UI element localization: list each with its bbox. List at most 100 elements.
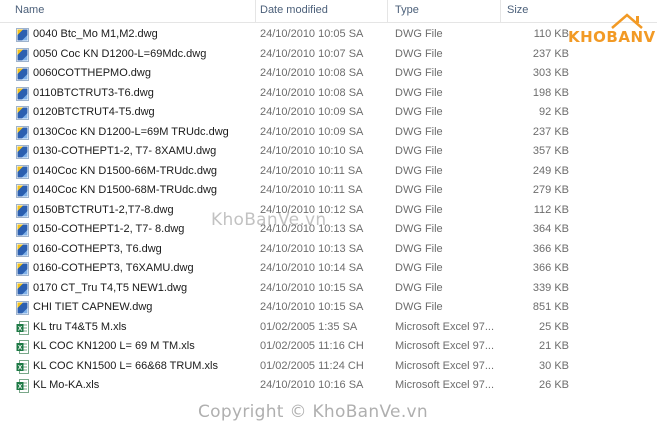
file-date-modified: 24/10/2010 10:10 SA [260,145,364,157]
file-date-modified: 24/10/2010 10:09 SA [260,125,364,138]
file-size: 366 KB [532,262,569,274]
excel-file-icon: X [16,379,29,393]
file-size: 249 KB [532,164,569,177]
dwg-file-icon [16,223,29,237]
file-name: 0170 CT_Tru T4,T5 NEW1.dwg [33,281,188,294]
file-row[interactable]: 0120BTCTRUT4-T5.dwg 24/10/2010 10:09 SA DW… [0,103,657,123]
file-type: Microsoft Excel 97... [395,359,495,372]
file-row[interactable]: 0060COTTHEPMO.dwg 24/10/2010 10:08 SA DWG … [0,64,657,84]
file-date-modified: 24/10/2010 10:13 SA [260,242,364,255]
file-date-modified: 01/02/2005 11:16 CH [260,340,364,352]
file-row[interactable]: 0170 CT_Tru T4,T5 NEW1.dwg 24/10/2010 10:… [0,279,657,299]
file-row[interactable]: 0150BTCTRUT1-2,T7-8.dwg 24/10/2010 10:12 … [0,201,657,221]
file-row[interactable]: X KL tru T4&T5 M.xls 01/02/2005 1:35 SA Mic… [0,318,657,338]
file-name: 0140Coc KN D1500-68M-TRUdc.dwg [33,184,218,196]
file-size: 279 KB [532,184,569,196]
dwg-file-icon [16,28,29,42]
file-row[interactable]: 0130Coc KN D1200-L=69M TRUdc.dwg 24/10/20… [0,123,657,143]
dwg-file-icon [16,184,29,198]
file-size: 339 KB [532,281,569,294]
dwg-file-icon [16,125,29,140]
file-type: DWG File [395,184,443,196]
file-name: 0050 Coc KN D1200-L=69Mdc.dwg [33,47,207,60]
dwg-file-icon [16,242,29,257]
file-date-modified: 24/10/2010 10:15 SA [260,281,364,294]
file-size: 110 KB [533,28,569,40]
column-header-bar: Name ^ Date modified Type Size [0,0,657,23]
file-date-modified: 24/10/2010 10:15 SA [260,301,364,313]
file-size: 303 KB [532,67,569,79]
file-row[interactable]: 0050 Coc KN D1200-L=69Mdc.dwg 24/10/2010 … [0,45,657,65]
column-header-type[interactable]: Type [389,0,501,22]
dwg-file-icon [16,86,29,101]
dwg-file-icon [16,262,29,276]
file-row[interactable]: 0150-COTHEPT1-2, T7- 8.dwg 24/10/2010 10:… [0,220,657,240]
file-name: KL tru T4&T5 M.xls [33,320,127,333]
column-header-name[interactable]: Name [9,0,256,22]
file-name: CHI TIET CAPNEW.dwg [33,301,153,313]
file-type: DWG File [395,125,443,138]
file-row[interactable]: 0160-COTHEPT3, T6.dwg 24/10/2010 10:13 SA… [0,240,657,260]
file-date-modified: 01/02/2005 1:35 SA [260,320,358,333]
file-size: 21 KB [539,340,569,352]
file-type: DWG File [395,28,443,40]
dwg-file-icon [16,281,29,296]
file-size: 92 KB [539,106,569,118]
file-row[interactable]: X KL COC KN1200 L= 69 M TM.xls 01/02/2005 … [0,337,657,357]
file-type: DWG File [395,203,443,216]
file-size: 357 KB [532,145,569,157]
file-type: DWG File [395,242,443,255]
khobanve-logo-text: KHOBANVE [568,28,657,46]
file-name: 0130Coc KN D1200-L=69M TRUdc.dwg [33,125,229,138]
file-row[interactable]: 0160-COTHEPT3, T6XAMU.dwg 24/10/2010 10:1… [0,259,657,279]
file-name: 0160-COTHEPT3, T6XAMU.dwg [33,262,194,274]
dwg-file-icon [16,67,29,81]
file-date-modified: 24/10/2010 10:05 SA [260,28,364,40]
file-date-modified: 24/10/2010 10:08 SA [260,86,364,99]
file-date-modified: 24/10/2010 10:16 SA [260,379,364,391]
file-row[interactable]: X KL COC KN1500 L= 66&68 TRUM.xls 01/02/20… [0,357,657,377]
file-type: DWG File [395,281,443,294]
file-size: 112 KB [533,203,569,216]
copyright-watermark: Copyright © KhoBanVe.vn [198,402,428,422]
file-row[interactable]: 0130-COTHEPT1-2, T7- 8XAMU.dwg 24/10/2010… [0,142,657,162]
file-name: 0160-COTHEPT3, T6.dwg [33,242,162,255]
dwg-file-icon [16,301,29,315]
file-type: DWG File [395,164,443,177]
excel-file-icon: X [16,320,29,335]
file-type: DWG File [395,223,443,235]
file-type: Microsoft Excel 97... [395,340,495,352]
file-type: Microsoft Excel 97... [395,379,495,391]
file-name: KL COC KN1200 L= 69 M TM.xls [33,340,195,352]
file-type: DWG File [395,145,443,157]
file-row[interactable]: 0040 Btc_Mo M1,M2.dwg 24/10/2010 10:05 SA… [0,25,657,45]
dwg-file-icon [16,47,29,62]
svg-text:X: X [18,364,23,371]
file-date-modified: 24/10/2010 10:14 SA [260,262,364,274]
file-row[interactable]: 0140Coc KN D1500-68M-TRUdc.dwg 24/10/2010… [0,181,657,201]
file-date-modified: 24/10/2010 10:09 SA [260,106,364,118]
file-name: 0060COTTHEPMO.dwg [33,67,151,79]
file-row[interactable]: 0140Coc KN D1500-66M-TRUdc.dwg 24/10/2010… [0,162,657,182]
file-row[interactable]: 0110BTCTRUT3-T6.dwg 24/10/2010 10:08 SA DW… [0,84,657,104]
file-date-modified: 24/10/2010 10:08 SA [260,67,364,79]
file-date-modified: 01/02/2005 11:24 CH [260,359,364,372]
excel-file-icon: X [16,359,29,374]
file-name: KL COC KN1500 L= 66&68 TRUM.xls [33,359,218,372]
file-type: DWG File [395,106,443,118]
sort-ascending-icon: ^ [126,0,130,4]
file-row[interactable]: X KL Mo-KA.xls 24/10/2010 10:16 SA Microsof… [0,376,657,396]
file-name: 0110BTCTRUT3-T6.dwg [33,86,154,99]
file-date-modified: 24/10/2010 10:07 SA [260,47,364,60]
file-size: 237 KB [532,47,569,60]
file-size: 25 KB [539,320,569,333]
file-size: 26 KB [539,379,569,391]
dwg-file-icon [16,203,29,218]
file-date-modified: 24/10/2010 10:11 SA [260,184,363,196]
file-type: DWG File [395,262,443,274]
file-size: 198 KB [532,86,569,99]
column-header-date-modified[interactable]: Date modified [254,0,388,22]
file-name: 0120BTCTRUT4-T5.dwg [33,106,155,118]
dwg-file-icon [16,145,29,159]
file-row[interactable]: CHI TIET CAPNEW.dwg 24/10/2010 10:15 SA DW… [0,298,657,318]
